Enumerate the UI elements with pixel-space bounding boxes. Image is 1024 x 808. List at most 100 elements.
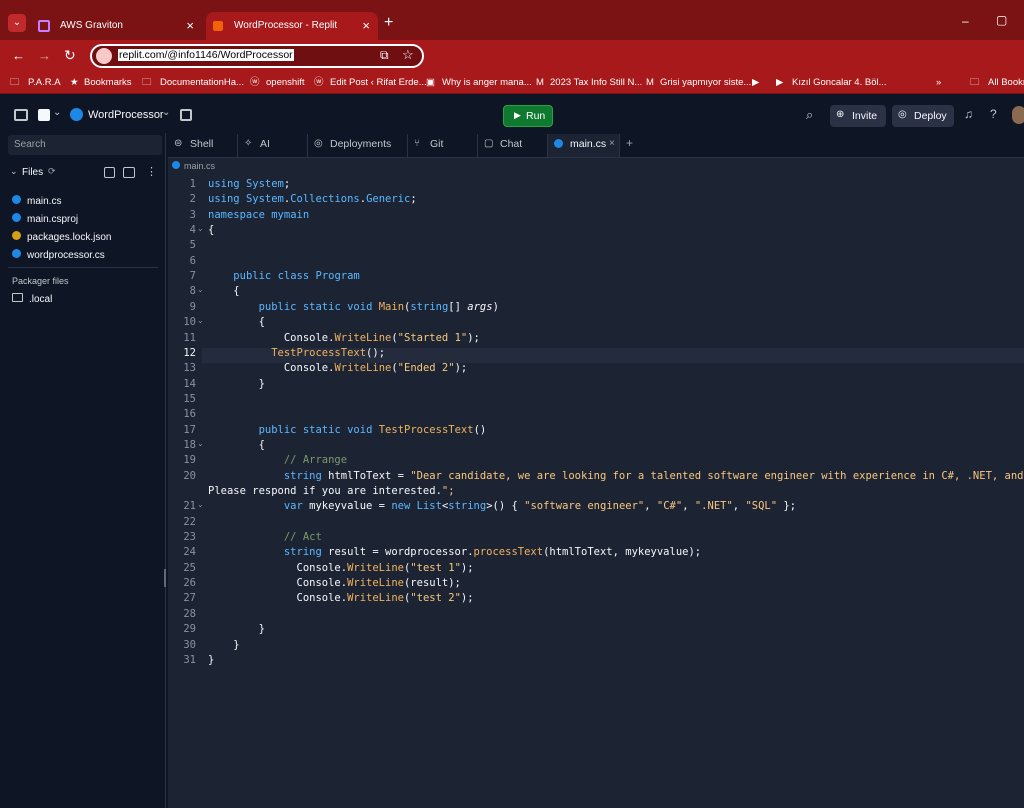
chevron-down-icon[interactable]: ⌄ bbox=[53, 107, 61, 118]
more-options-icon[interactable]: ⋮ bbox=[146, 165, 157, 178]
more-bookmarks-button[interactable]: » bbox=[936, 76, 941, 90]
deploy-button[interactable]: ◎ Deploy bbox=[892, 105, 954, 127]
search-icon[interactable]: ⌕ bbox=[806, 107, 813, 123]
tab-chat[interactable]: ▢ Chat bbox=[478, 134, 548, 157]
code-line[interactable]: { bbox=[208, 224, 214, 236]
chevron-down-icon[interactable]: ⌄ bbox=[162, 107, 170, 118]
file-name: main.csproj bbox=[27, 214, 79, 225]
project-name[interactable]: WordProcessor bbox=[88, 109, 164, 121]
code-line[interactable]: // Act bbox=[208, 531, 322, 543]
replit-logo-icon[interactable] bbox=[38, 109, 50, 121]
run-button[interactable]: ▶ Run bbox=[503, 105, 553, 127]
bookmark-documentation[interactable]: DocumentationHa... bbox=[160, 76, 244, 90]
code-lines[interactable]: using System; using System.Collections.Ge… bbox=[168, 178, 1024, 678]
bookmark-kizil-goncalar[interactable]: Kızıl Goncalar 4. Böl... bbox=[792, 76, 887, 90]
bookmark-bookmarks[interactable]: Bookmarks bbox=[84, 76, 132, 90]
code-editor[interactable]: main.cs 1 2 3 4 5 6 7 8 9 10 11 12 13 14 15 16 17 18 19 20 2… bbox=[168, 158, 1024, 808]
invite-button[interactable]: ⊕ Invite bbox=[830, 105, 886, 127]
code-line[interactable]: // Arrange bbox=[208, 454, 347, 466]
code-line[interactable]: string result = wordprocessor.processTex… bbox=[208, 546, 701, 558]
tab-shell[interactable]: ⊜ Shell bbox=[168, 134, 238, 157]
tab-main-cs[interactable]: main.cs × bbox=[548, 134, 620, 157]
code-line[interactable]: string htmlToText = "Dear candidate, we … bbox=[208, 470, 1024, 482]
site-info-icon[interactable] bbox=[96, 48, 112, 64]
code-line[interactable]: public static void TestProcessText() bbox=[208, 424, 487, 436]
code-line[interactable]: var mykeyvalue = new List<string>() { "s… bbox=[208, 500, 796, 512]
browser-tab-replit[interactable]: WordProcessor - Replit × bbox=[206, 12, 378, 40]
shell-icon: ⊜ bbox=[174, 138, 183, 149]
bookmark-tax-info[interactable]: 2023 Tax Info Still N... bbox=[550, 76, 642, 90]
code-line[interactable]: public static void Main(string[] args) bbox=[208, 301, 499, 313]
csharp-icon bbox=[70, 108, 83, 121]
new-file-icon[interactable] bbox=[104, 167, 115, 178]
code-line[interactable]: TestProcessText(); bbox=[208, 347, 385, 359]
star-icon[interactable]: ☆ bbox=[402, 47, 414, 63]
code-line[interactable]: Console.WriteLine("test 1"); bbox=[208, 562, 474, 574]
code-line[interactable]: using System.Collections.Generic; bbox=[208, 193, 417, 205]
code-line[interactable]: { bbox=[208, 285, 239, 297]
user-avatar[interactable] bbox=[1012, 106, 1024, 124]
new-tab-button[interactable]: + bbox=[384, 14, 393, 32]
code-line[interactable]: public class Program bbox=[208, 270, 359, 282]
deploy-icon: ◎ bbox=[314, 138, 323, 149]
all-bookmarks[interactable]: All Bookm bbox=[988, 76, 1024, 90]
file-name: main.cs bbox=[27, 196, 62, 207]
bookmark-openshift[interactable]: openshift bbox=[266, 76, 305, 90]
new-folder-icon[interactable] bbox=[123, 167, 135, 178]
code-line[interactable]: Please respond if you are interested."; bbox=[208, 485, 455, 497]
file-item-main-cs[interactable]: main.cs bbox=[12, 195, 61, 207]
browser-tab-title: WordProcessor - Replit bbox=[234, 20, 338, 31]
code-line[interactable]: } bbox=[208, 654, 214, 666]
maximize-button[interactable]: ▢ bbox=[996, 13, 1007, 27]
folder-item-local[interactable]: .local bbox=[12, 293, 52, 305]
star-icon: ★ bbox=[70, 77, 79, 88]
code-line[interactable]: Console.WriteLine("Started 1"); bbox=[208, 332, 480, 344]
new-tab-icon[interactable]: + bbox=[626, 136, 633, 150]
search-placeholder: Search bbox=[14, 139, 46, 150]
tab-search-button[interactable]: ⌄ bbox=[8, 14, 26, 32]
back-icon[interactable]: ← bbox=[12, 48, 25, 63]
tab-git[interactable]: ⑂ Git bbox=[408, 134, 478, 157]
code-line[interactable]: Console.WriteLine("Ended 2"); bbox=[208, 362, 467, 374]
bookmark-edit-post[interactable]: Edit Post ‹ Rifat Erde... bbox=[330, 76, 427, 90]
tab-ai[interactable]: ✧ AI bbox=[238, 134, 308, 157]
code-line[interactable]: namespace mymain bbox=[208, 209, 309, 221]
close-icon[interactable]: × bbox=[609, 134, 615, 154]
chevron-down-icon[interactable]: ⌄ bbox=[10, 166, 18, 177]
file-name: wordprocessor.cs bbox=[27, 250, 105, 261]
url-text: replit.com/@info1146/WordProcessor bbox=[118, 49, 294, 61]
bell-icon[interactable]: ♫ bbox=[964, 107, 973, 121]
file-item-wordprocessor-cs[interactable]: wordprocessor.cs bbox=[12, 249, 105, 261]
code-line[interactable]: } bbox=[208, 378, 265, 390]
file-item-main-csproj[interactable]: main.csproj bbox=[12, 213, 78, 225]
code-line[interactable]: Console.WriteLine(result); bbox=[208, 577, 461, 589]
code-line[interactable]: Console.WriteLine("test 2"); bbox=[208, 592, 474, 604]
files-heading[interactable]: Files bbox=[22, 167, 43, 178]
help-icon[interactable]: ? bbox=[990, 107, 997, 121]
file-item-packages-lock[interactable]: packages.lock.json bbox=[12, 231, 112, 243]
reload-icon[interactable]: ↻ bbox=[64, 47, 76, 64]
database-icon[interactable] bbox=[180, 109, 192, 121]
resize-handle[interactable] bbox=[164, 569, 166, 587]
code-line[interactable]: { bbox=[208, 439, 265, 451]
wordpress-icon: ⓦ bbox=[250, 77, 260, 88]
tab-deployments[interactable]: ◎ Deployments bbox=[308, 134, 408, 157]
code-line[interactable]: { bbox=[208, 316, 265, 328]
code-line[interactable]: using System; bbox=[208, 178, 290, 190]
install-icon[interactable]: ⧉ bbox=[380, 48, 389, 63]
minimize-button[interactable]: – bbox=[962, 14, 969, 28]
bookmark-para[interactable]: P.A.R.A bbox=[28, 76, 61, 90]
search-input[interactable]: Search bbox=[8, 135, 162, 155]
forward-icon[interactable]: → bbox=[38, 48, 51, 63]
close-icon[interactable]: × bbox=[186, 12, 194, 40]
bookmark-anger[interactable]: Why is anger mana... bbox=[442, 76, 532, 90]
close-icon[interactable]: × bbox=[362, 12, 370, 40]
address-field[interactable]: replit.com/@info1146/WordProcessor ⧉ ☆ bbox=[90, 44, 424, 68]
file-list: main.cs main.csproj packages.lock.json w… bbox=[0, 189, 166, 269]
code-line[interactable]: } bbox=[208, 623, 265, 635]
bookmark-grisi[interactable]: Grisi yapmıyor siste... bbox=[660, 76, 751, 90]
browser-tab-aws[interactable]: AWS Graviton × bbox=[32, 12, 202, 40]
sidebar-toggle-icon[interactable] bbox=[14, 109, 28, 121]
tab-label: main.cs bbox=[570, 138, 607, 150]
code-line[interactable]: } bbox=[208, 639, 239, 651]
